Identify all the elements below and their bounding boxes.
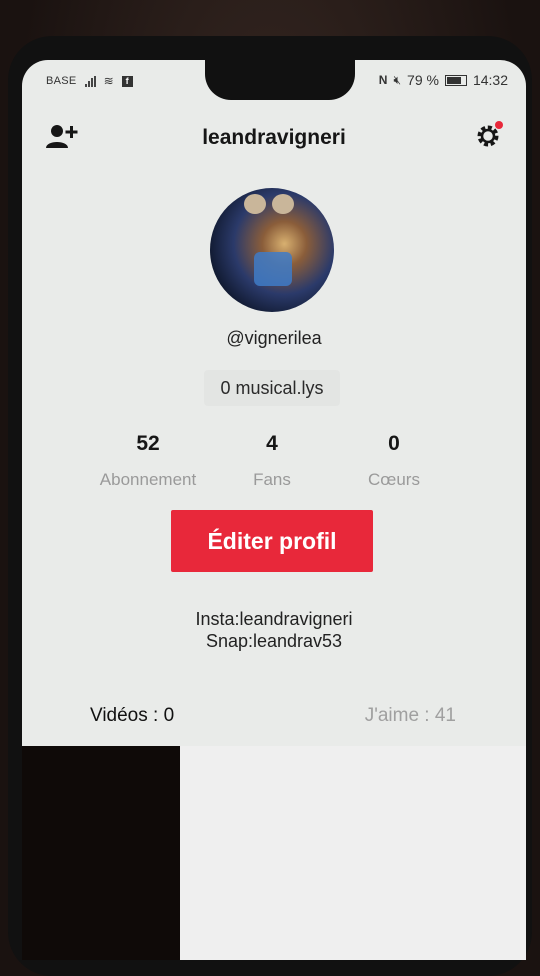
tab-videos[interactable]: Vidéos : 0 bbox=[90, 705, 174, 727]
stat-following[interactable]: 52 Abonnement bbox=[78, 432, 218, 490]
notification-dot bbox=[495, 121, 503, 129]
app-screen: BASE ≋ f N 🔇︎ 79 % 14:32 leandravigneri bbox=[22, 60, 526, 960]
tab-likes[interactable]: J'aime : 41 bbox=[365, 705, 456, 727]
username-handle: @vignerilea bbox=[226, 328, 322, 348]
musicals-count[interactable]: 0 musical.lys bbox=[204, 370, 340, 406]
page-title: leandravigneri bbox=[202, 126, 346, 149]
empty-grid-area bbox=[180, 746, 526, 960]
status-bar: BASE ≋ f N 🔇︎ 79 % 14:32 bbox=[22, 72, 526, 92]
stat-label: Cœurs bbox=[368, 470, 420, 489]
wifi-icon: ≋ bbox=[103, 74, 114, 88]
avatar[interactable] bbox=[210, 188, 334, 312]
clock: 14:32 bbox=[472, 72, 508, 88]
stat-label: Abonnement bbox=[99, 470, 197, 489]
nfc-icon: N bbox=[378, 73, 388, 87]
bio-line-instagram: Insta:leandravigneri bbox=[195, 609, 353, 629]
signal-icon bbox=[84, 75, 96, 87]
carrier-label: BASE bbox=[46, 75, 77, 87]
stat-value: 0 bbox=[388, 432, 400, 455]
mute-icon: 🔇︎ bbox=[393, 72, 402, 87]
stat-value: 52 bbox=[136, 432, 160, 455]
stat-value: 4 bbox=[266, 432, 278, 455]
stat-fans[interactable]: 4 Fans bbox=[202, 432, 342, 490]
content-tabs: Vidéos : 0 J'aime : 41 bbox=[22, 705, 526, 735]
stat-hearts[interactable]: 0 Cœurs bbox=[324, 432, 464, 490]
facebook-notification-icon: f bbox=[121, 75, 133, 87]
battery-percent: 79 % bbox=[407, 72, 439, 88]
bio-line-snapchat: Snap:leandrav53 bbox=[205, 631, 343, 651]
gear-icon[interactable] bbox=[474, 120, 504, 150]
edit-profile-button[interactable]: Éditer profil bbox=[171, 510, 373, 572]
profile-bio: Insta:leandravigneri Snap:leandrav53 bbox=[22, 608, 526, 652]
stat-label: Fans bbox=[253, 470, 291, 489]
battery-icon bbox=[444, 74, 467, 86]
video-thumbnail[interactable] bbox=[22, 746, 180, 960]
top-bar: leandravigneri bbox=[22, 118, 526, 158]
